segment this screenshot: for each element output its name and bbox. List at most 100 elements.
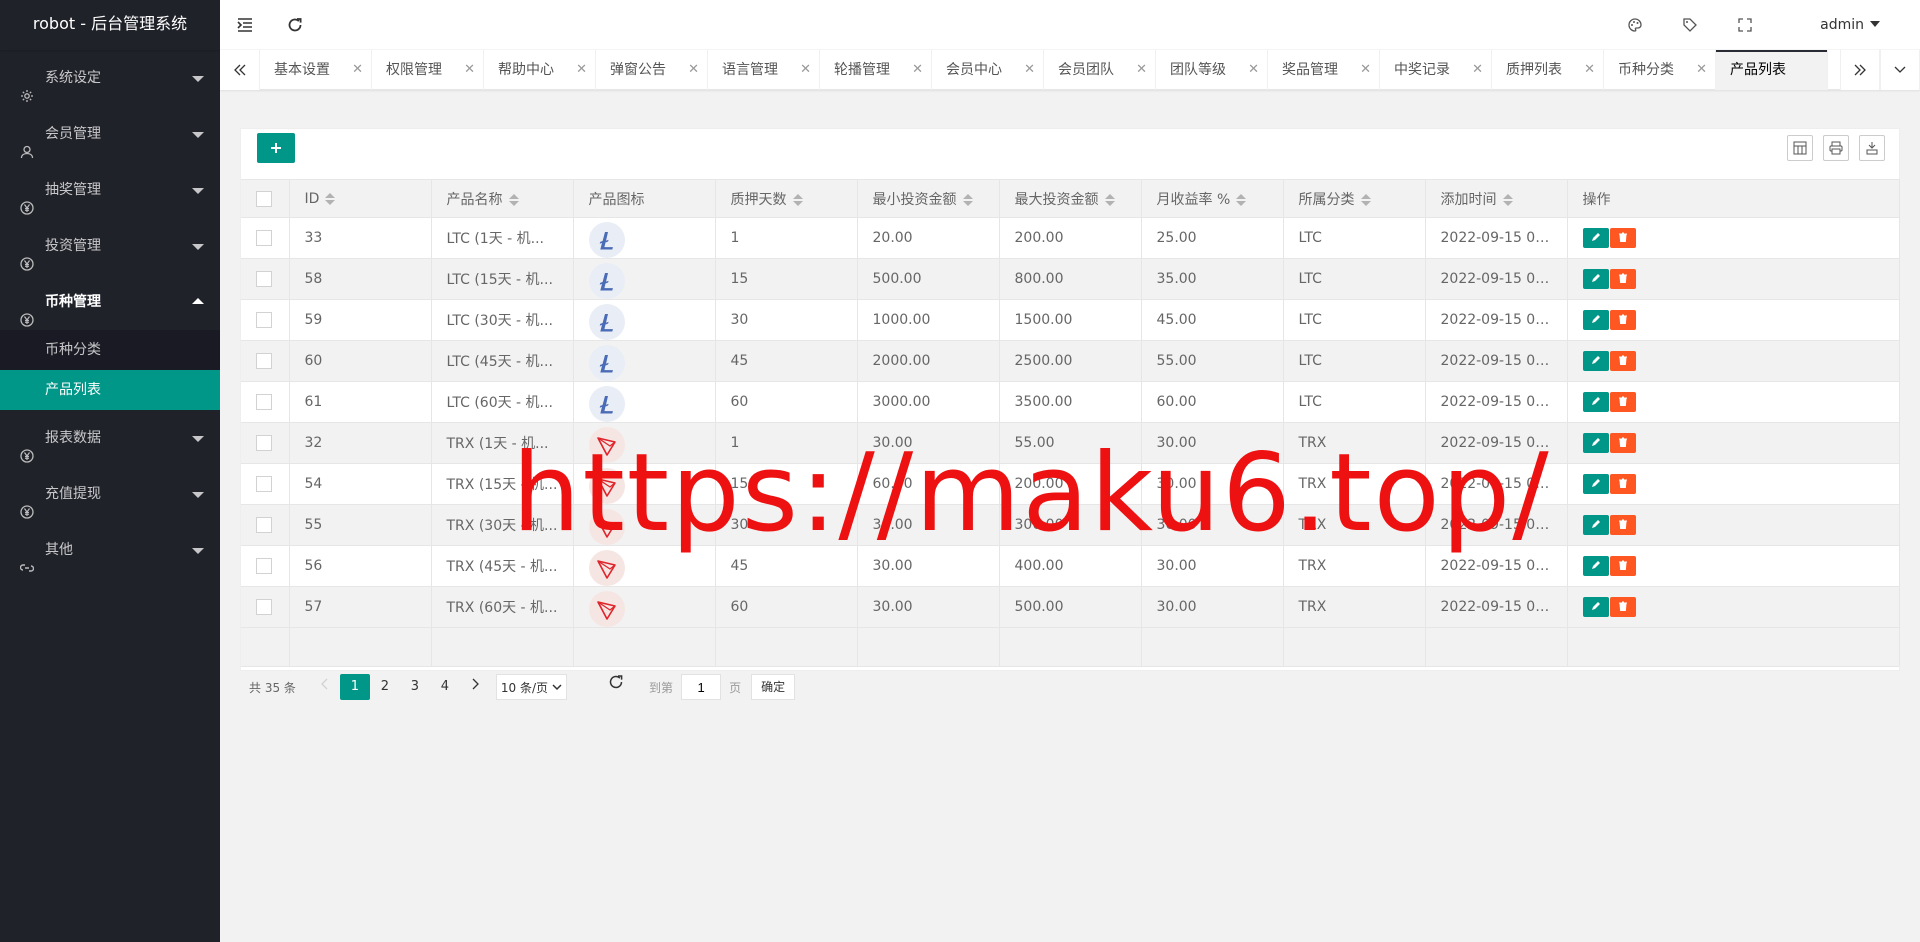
tab-10[interactable]: 中奖记录 ✕ xyxy=(1380,50,1492,90)
tabs-scroll-left-button[interactable] xyxy=(220,50,260,90)
column-header[interactable]: ID xyxy=(289,179,432,218)
tab-1[interactable]: 权限管理 ✕ xyxy=(372,50,484,90)
page-size-select[interactable]: 10 条/页 xyxy=(495,674,568,700)
prev-page-button[interactable] xyxy=(310,674,340,700)
delete-button[interactable] xyxy=(1609,228,1636,248)
row-checkbox[interactable] xyxy=(256,394,272,410)
sidebar-item-5[interactable]: 报表数据 xyxy=(0,410,220,466)
tab-9[interactable]: 奖品管理 ✕ xyxy=(1268,50,1380,90)
tab-8[interactable]: 团队等级 ✕ xyxy=(1156,50,1268,90)
delete-button[interactable] xyxy=(1609,556,1636,576)
columns-filter-button[interactable] xyxy=(1787,135,1813,161)
tab-close-icon[interactable]: ✕ xyxy=(576,50,587,90)
tab-close-icon[interactable]: ✕ xyxy=(464,50,475,90)
column-header[interactable]: 最小投资金额 xyxy=(857,179,1000,218)
tab-3[interactable]: 弹窗公告 ✕ xyxy=(596,50,708,90)
tab-close-icon[interactable]: ✕ xyxy=(688,50,699,90)
sidebar-item-7[interactable]: 其他 xyxy=(0,522,220,578)
delete-button[interactable] xyxy=(1609,351,1636,371)
delete-button[interactable] xyxy=(1609,433,1636,453)
select-all-checkbox[interactable] xyxy=(256,190,272,207)
sort-icon[interactable] xyxy=(1360,193,1371,206)
edit-button[interactable] xyxy=(1582,269,1609,289)
sidebar-subitem-0[interactable]: 币种分类 xyxy=(0,330,220,370)
column-header[interactable]: 最大投资金额 xyxy=(999,179,1142,218)
edit-button[interactable] xyxy=(1582,597,1609,617)
tab-11[interactable]: 质押列表 ✕ xyxy=(1492,50,1604,90)
tab-13[interactable]: 产品列表 xyxy=(1716,50,1828,90)
user-menu[interactable]: admin xyxy=(1820,0,1880,50)
tabs-scroll-right-button[interactable] xyxy=(1840,50,1880,90)
tab-7[interactable]: 会员团队 ✕ xyxy=(1044,50,1156,90)
next-page-button[interactable] xyxy=(460,674,490,700)
column-header[interactable]: 质押天数 xyxy=(715,179,858,218)
print-button[interactable] xyxy=(1823,135,1849,161)
tab-0[interactable]: 基本设置 ✕ xyxy=(260,50,372,90)
tab-close-icon[interactable]: ✕ xyxy=(1472,50,1483,90)
delete-button[interactable] xyxy=(1609,269,1636,289)
edit-button[interactable] xyxy=(1582,392,1609,412)
row-checkbox[interactable] xyxy=(256,353,272,369)
goto-confirm-button[interactable]: 确定 xyxy=(751,674,796,700)
sort-icon[interactable] xyxy=(1104,193,1115,206)
row-checkbox[interactable] xyxy=(256,517,272,533)
row-checkbox[interactable] xyxy=(256,435,272,451)
page-1-button[interactable]: 1 xyxy=(339,674,370,700)
edit-button[interactable] xyxy=(1582,433,1609,453)
sort-icon[interactable] xyxy=(508,193,519,206)
delete-button[interactable] xyxy=(1609,597,1636,617)
menu-toggle-button[interactable] xyxy=(220,0,270,50)
sidebar-item-1[interactable]: 会员管理 xyxy=(0,106,220,162)
edit-button[interactable] xyxy=(1582,474,1609,494)
delete-button[interactable] xyxy=(1609,310,1636,330)
edit-button[interactable] xyxy=(1582,351,1609,371)
column-header[interactable]: 产品名称 xyxy=(431,179,574,218)
refresh-page-button[interactable] xyxy=(601,674,631,700)
tab-close-icon[interactable]: ✕ xyxy=(352,50,363,90)
tab-12[interactable]: 币种分类 ✕ xyxy=(1604,50,1716,90)
sidebar-item-6[interactable]: 充值提现 xyxy=(0,466,220,522)
sort-icon[interactable] xyxy=(962,193,973,206)
tab-close-icon[interactable]: ✕ xyxy=(1696,50,1707,90)
sort-icon[interactable] xyxy=(792,193,803,206)
row-checkbox[interactable] xyxy=(256,599,272,615)
tab-close-icon[interactable]: ✕ xyxy=(1248,50,1259,90)
sidebar-subitem-1[interactable]: 产品列表 xyxy=(0,370,220,410)
tab-5[interactable]: 轮播管理 ✕ xyxy=(820,50,932,90)
row-checkbox[interactable] xyxy=(256,476,272,492)
sort-icon[interactable] xyxy=(325,192,336,205)
sidebar-item-3[interactable]: 投资管理 xyxy=(0,218,220,274)
column-header[interactable]: 所属分类 xyxy=(1283,179,1426,218)
refresh-button[interactable] xyxy=(270,0,320,50)
edit-button[interactable] xyxy=(1582,515,1609,535)
sort-icon[interactable] xyxy=(1236,193,1247,206)
tab-close-icon[interactable]: ✕ xyxy=(1136,50,1147,90)
delete-button[interactable] xyxy=(1609,515,1636,535)
sidebar-item-4[interactable]: 币种管理 xyxy=(0,274,220,330)
tab-close-icon[interactable]: ✕ xyxy=(1584,50,1595,90)
tab-close-icon[interactable]: ✕ xyxy=(912,50,923,90)
tab-6[interactable]: 会员中心 ✕ xyxy=(932,50,1044,90)
tab-close-icon[interactable]: ✕ xyxy=(1024,50,1035,90)
page-2-button[interactable]: 2 xyxy=(370,674,400,700)
sort-icon[interactable] xyxy=(1502,193,1513,206)
fullscreen-button[interactable] xyxy=(1720,0,1770,50)
page-3-button[interactable]: 3 xyxy=(400,674,430,700)
column-header[interactable]: 添加时间 xyxy=(1425,179,1568,218)
edit-button[interactable] xyxy=(1582,556,1609,576)
edit-button[interactable] xyxy=(1582,310,1609,330)
goto-page-input[interactable] xyxy=(681,674,722,700)
row-checkbox[interactable] xyxy=(256,312,272,328)
tabs-menu-button[interactable] xyxy=(1880,50,1920,90)
row-checkbox[interactable] xyxy=(256,271,272,287)
tab-2[interactable]: 帮助中心 ✕ xyxy=(484,50,596,90)
page-4-button[interactable]: 4 xyxy=(430,674,460,700)
delete-button[interactable] xyxy=(1609,392,1636,412)
sidebar-item-0[interactable]: 系统设定 xyxy=(0,50,220,106)
row-checkbox[interactable] xyxy=(256,230,272,246)
tab-close-icon[interactable]: ✕ xyxy=(800,50,811,90)
tab-close-icon[interactable]: ✕ xyxy=(1360,50,1371,90)
export-button[interactable] xyxy=(1859,135,1885,161)
tab-4[interactable]: 语言管理 ✕ xyxy=(708,50,820,90)
row-checkbox[interactable] xyxy=(256,558,272,574)
